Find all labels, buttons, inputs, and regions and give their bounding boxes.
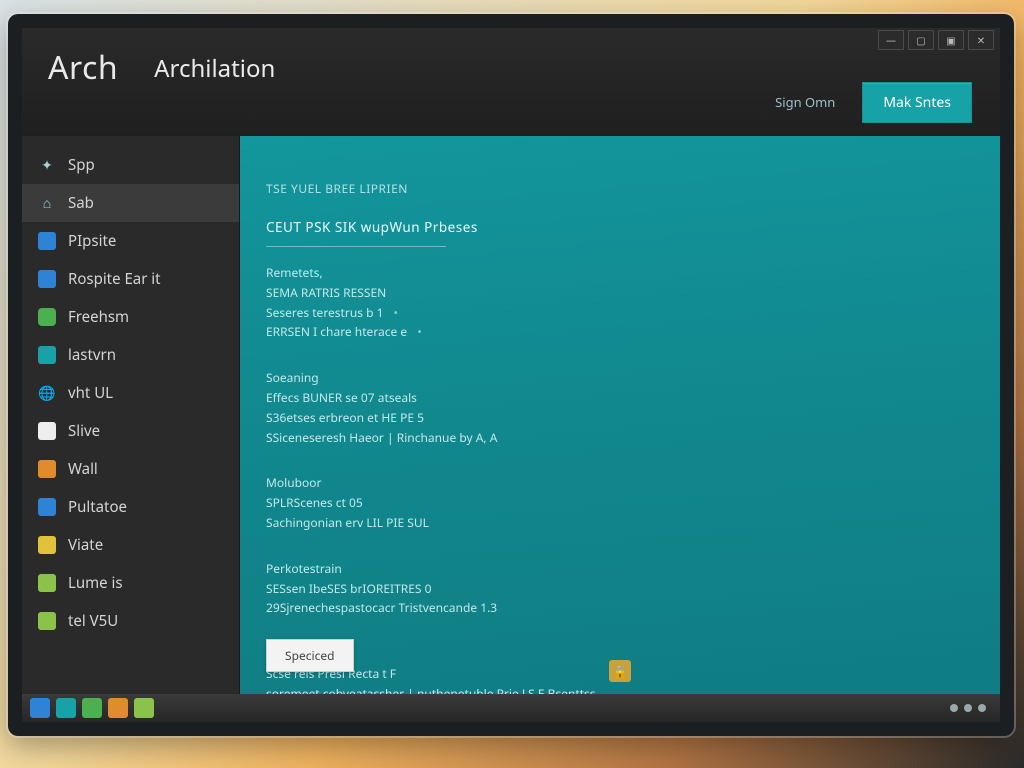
section-title: CEUT PSK SIK wupWun Prbeses xyxy=(266,218,974,236)
sidebar-item-spp[interactable]: ✦ Spp xyxy=(22,146,239,184)
taskbar-app-icon[interactable] xyxy=(108,698,128,718)
sidebar-item-label: Wall xyxy=(68,459,98,479)
sidebar-item-label: Sab xyxy=(68,193,94,213)
sidebar-item-telv5u[interactable]: tel V5U xyxy=(22,602,239,640)
tray-indicator-icon xyxy=(950,704,958,712)
app-window: Arch Archilation — ▢ ▣ ✕ Sign Omn Mak Sn… xyxy=(22,28,1000,694)
taskbar-app-icon[interactable] xyxy=(82,698,102,718)
output-line: 29Sjrenechespastocacr Tristvencande 1.3 xyxy=(266,598,974,618)
output-line: Soeaning xyxy=(266,368,974,388)
sidebar-item-vhtul[interactable]: 🌐 vht UL xyxy=(22,374,239,412)
sidebar-item-wall[interactable]: Wall xyxy=(22,450,239,488)
sidebar-item-label: Pultatoe xyxy=(68,497,127,517)
app-icon xyxy=(38,460,56,478)
output-line: Moluboor xyxy=(266,473,974,493)
sidebar-item-lastvrn[interactable]: lastvrn xyxy=(22,336,239,374)
sidebar-item-label: Viate xyxy=(68,535,103,555)
maximize-button[interactable]: ▢ xyxy=(908,30,934,50)
output-line: Perkotestrain xyxy=(266,559,974,579)
sidebar-item-label: tel V5U xyxy=(68,611,118,631)
sidebar-item-label: Rospite Ear it xyxy=(68,269,161,289)
signin-link[interactable]: Sign Omn xyxy=(760,82,850,123)
star-icon: ✦ xyxy=(38,156,56,174)
sidebar-item-slive[interactable]: Slive xyxy=(22,412,239,450)
output-line: Remetets, xyxy=(266,263,974,283)
app-icon xyxy=(38,232,56,250)
lock-icon: 🔒 xyxy=(609,660,631,682)
output-line: ERRSEN I chare hterace e xyxy=(266,322,974,342)
home-icon: ⌂ xyxy=(38,194,56,212)
output-block: Moluboor SPLRScenes ct 05 Sachingonian e… xyxy=(266,473,974,532)
app-icon xyxy=(38,270,56,288)
minimize-button[interactable]: — xyxy=(878,30,904,50)
taskbar xyxy=(22,694,1000,722)
app-icon xyxy=(38,498,56,516)
sidebar-item-pultatoe[interactable]: Pultatoe xyxy=(22,488,239,526)
tray-indicator-icon xyxy=(978,704,986,712)
sidebar-item-label: lastvrn xyxy=(68,345,116,365)
output-line: S36etses erbreon et HE PE 5 xyxy=(266,408,974,428)
primary-action-button[interactable]: Mak Sntes xyxy=(862,82,972,123)
output-line: SSiceneseresh Haeor | Rinchanue by A, A xyxy=(266,428,974,448)
output-line: Sachingonian erv LIL PIE SUL xyxy=(266,513,974,533)
sidebar-item-label: Lume is xyxy=(68,573,123,593)
app-icon xyxy=(38,574,56,592)
brand-label: Arch xyxy=(48,46,118,89)
sidebar: ✦ Spp ⌂ Sab PIpsite Rospite Ear it xyxy=(22,136,240,694)
globe-icon: 🌐 xyxy=(38,384,56,402)
sidebar-item-label: vht UL xyxy=(68,383,113,403)
sidebar-item-label: Slive xyxy=(68,421,100,441)
taskbar-app-icon[interactable] xyxy=(134,698,154,718)
sidebar-item-freehsm[interactable]: Freehsm xyxy=(22,298,239,336)
output-line: SPLRScenes ct 05 xyxy=(266,493,974,513)
taskbar-app-icon[interactable] xyxy=(30,698,50,718)
titlebar: Arch Archilation — ▢ ▣ ✕ Sign Omn Mak Sn… xyxy=(22,28,1000,136)
save-button[interactable]: Speciced xyxy=(266,639,354,672)
top-actions: Sign Omn Mak Sntes xyxy=(760,82,972,123)
output-line: Effecs BUNER se 07 atseals xyxy=(266,388,974,408)
output-block: Perkotestrain SESsen IbeSES brIOREITRES … xyxy=(266,559,974,618)
divider xyxy=(266,246,446,247)
app-icon xyxy=(38,346,56,364)
app-icon xyxy=(38,612,56,630)
output-block: Soeaning Effecs BUNER se 07 atseals S36e… xyxy=(266,368,974,447)
window-controls: — ▢ ▣ ✕ xyxy=(878,30,994,50)
system-tray[interactable] xyxy=(950,704,992,712)
output-block: Remetets, SEMA RATRIS RESSEN Seseres ter… xyxy=(266,263,974,342)
output-line: SEMA RATRIS RESSEN xyxy=(266,283,974,303)
app-icon xyxy=(38,422,56,440)
sidebar-item-label: Freehsm xyxy=(68,307,129,327)
sidebar-item-pipsite[interactable]: PIpsite xyxy=(22,222,239,260)
close-button[interactable]: ✕ xyxy=(968,30,994,50)
sidebar-item-label: PIpsite xyxy=(68,231,116,251)
taskbar-app-icon[interactable] xyxy=(56,698,76,718)
sidebar-item-rospite[interactable]: Rospite Ear it xyxy=(22,260,239,298)
breadcrumb: TSE YUEL BREE LIPRIEN xyxy=(266,180,408,197)
app-icon xyxy=(38,308,56,326)
sidebar-item-label: Spp xyxy=(68,155,95,175)
window-title: Archilation xyxy=(154,52,275,85)
sidebar-item-lumeis[interactable]: Lume is xyxy=(22,564,239,602)
app-icon xyxy=(38,536,56,554)
sidebar-item-viate[interactable]: Viate xyxy=(22,526,239,564)
output-line: soremeet cobveatassher | nuthenetuble Pr… xyxy=(266,684,974,694)
maximize2-button[interactable]: ▣ xyxy=(938,30,964,50)
main-panel: TSE YUEL BREE LIPRIEN CEUT PSK SIK wupWu… xyxy=(240,136,1000,694)
tray-indicator-icon xyxy=(964,704,972,712)
sidebar-item-sab[interactable]: ⌂ Sab xyxy=(22,184,239,222)
output-line: Seseres terestrus b 1 xyxy=(266,303,974,323)
output-line: SESsen IbeSES brIOREITRES 0 xyxy=(266,579,974,599)
